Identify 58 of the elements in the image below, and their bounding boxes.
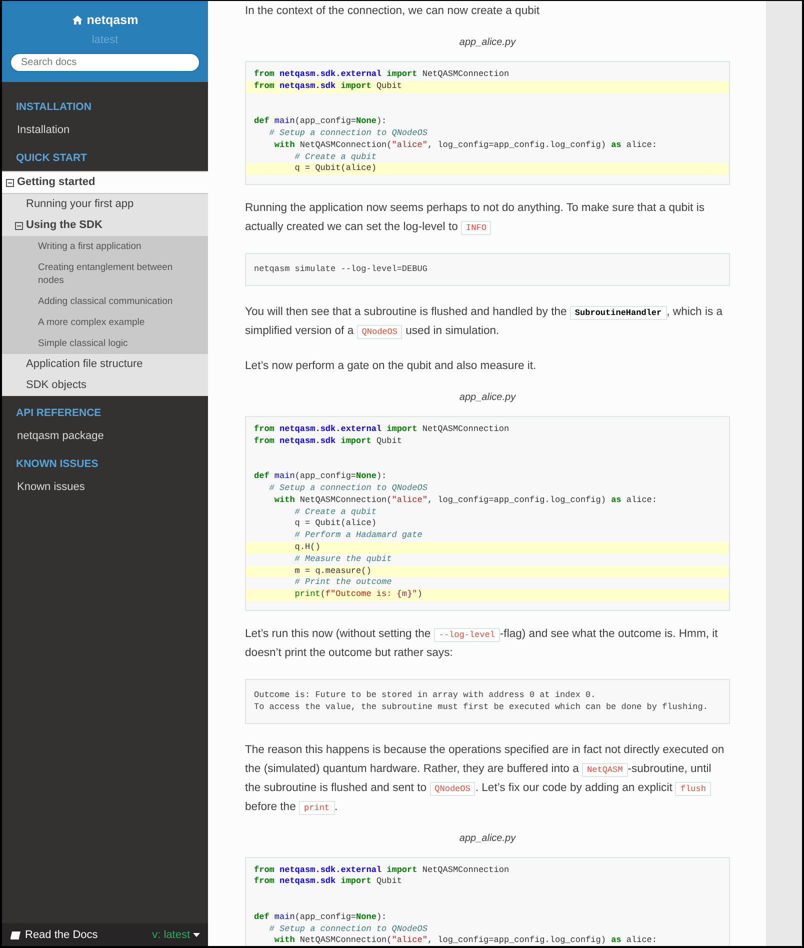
- code-line: with NetQASMConnection("alice", log_config=app_config.log_config) as alice:: [273, 935, 658, 946]
- code-line: # Print the outcome: [294, 577, 393, 590]
- code-line: with NetQASMConnection("alice", log_config=app_config.log_config) as alice:: [273, 140, 658, 152]
- code-line: def main(app_config=None):: [253, 116, 388, 128]
- nav-item[interactable]: Installation: [2, 120, 208, 141]
- code-line: q = Qubit(alice): [294, 518, 378, 530]
- brand-label: Read the Docs: [10, 929, 98, 941]
- nav-item[interactable]: Adding classical communication: [2, 291, 208, 312]
- code-line: def main(app_config=None):: [253, 912, 388, 924]
- nav-item[interactable]: Using the SDK: [2, 215, 208, 236]
- code-line: # Setup a connection to QNodeOS: [268, 482, 428, 495]
- nav-item[interactable]: Getting started: [2, 171, 208, 194]
- code-line: def main(app_config=None):: [253, 471, 388, 483]
- project-home-link[interactable]: netqasm: [72, 13, 138, 27]
- code-line: from netqasm.sdk import Qubit: [253, 876, 403, 888]
- nav-item[interactable]: Known issues: [2, 477, 208, 498]
- nav-item[interactable]: Application file structure: [2, 354, 208, 375]
- code-line: # Measure the qubit: [294, 554, 393, 566]
- code-line: with NetQASMConnection("alice", log_config=app_config.log_config) as alice:: [273, 494, 658, 507]
- console-output: Outcome is: Future to be stored in array with address 0 at index 0. To access the value, the subroutine must first be executed which can be done by flushing.: [245, 678, 730, 724]
- paragraph: In the context of the connection, we can now create a qubit: [245, 4, 541, 19]
- nav-item[interactable]: Simple classical logic: [2, 333, 208, 354]
- book-icon: [10, 930, 21, 940]
- paragraph: You will then see that a subroutine is flushed and handled by the SubroutineHandler , which is a simplified version of a QNodeOS used in simulation.: [245, 304, 724, 341]
- nav-item[interactable]: Running your first app: [2, 194, 208, 215]
- code-caption: app_alice.py: [458, 37, 517, 48]
- paragraph: The reason this happens is because the operations specified are in fact not directly executed on the (simulated) quantum hardware. Rather, they are buffered into a NetQASM -subroutine, until the subroutine is flushed and sent to QNodeOS . Let’s fix our code by adding an explicit flush before the print .: [245, 742, 726, 817]
- search-field[interactable]: Search docs: [10, 53, 200, 72]
- code-line: # Create a qubit: [294, 506, 378, 518]
- nav-item[interactable]: A more complex example: [2, 312, 208, 333]
- section-caption: QUICK START: [15, 151, 88, 166]
- code-line: from netqasm.sdk import Qubit: [253, 436, 403, 448]
- section-caption: INSTALLATION: [15, 100, 92, 115]
- collapse-icon[interactable]: [15, 222, 23, 230]
- paragraph: Let’s run this now (without setting the --log-level -flag) and see what the outcome is. Hmm, it doesn’t print the outcome but rather says:: [245, 626, 719, 661]
- code-line: from netqasm.sdk.external import NetQASMConnection: [253, 864, 510, 876]
- console-output: netqasm simulate --log-level=DEBUG: [245, 253, 730, 286]
- nav-item[interactable]: Writing a first application: [2, 236, 208, 257]
- section-caption: API REFERENCE: [15, 406, 102, 421]
- nav-item[interactable]: netqasm package: [2, 426, 208, 447]
- caret-icon: [193, 933, 200, 937]
- nav-item[interactable]: Creating entanglement between nodes: [2, 257, 208, 291]
- section-caption: KNOWN ISSUES: [15, 457, 100, 472]
- code-line: # Setup a connection to QNodeOS: [268, 924, 428, 936]
- code-line: # Create a qubit: [294, 152, 378, 164]
- version-selector[interactable]: v: latest: [152, 929, 200, 941]
- code-line: from netqasm.sdk.external import NetQASMConnection: [253, 424, 510, 436]
- nav-item[interactable]: SDK objects: [2, 375, 208, 396]
- code-line: # Setup a connection to QNodeOS: [268, 128, 428, 140]
- code-line: from netqasm.sdk.external import NetQASMConnection: [253, 69, 510, 81]
- code-caption: app_alice.py: [458, 392, 517, 403]
- collapse-icon[interactable]: [6, 178, 14, 186]
- code-line: # Perform a Hadamard gate: [294, 530, 424, 542]
- home-icon: [72, 15, 83, 25]
- version-label: latest: [92, 34, 118, 46]
- paragraph: Let’s now perform a gate on the qubit and also measure it.: [245, 358, 538, 374]
- code-caption: app_alice.py: [458, 832, 517, 844]
- paragraph: Running the application now seems perhaps to not do anything. To make sure that a qubit is actually created we can set the log-level to INFO: [245, 201, 706, 238]
